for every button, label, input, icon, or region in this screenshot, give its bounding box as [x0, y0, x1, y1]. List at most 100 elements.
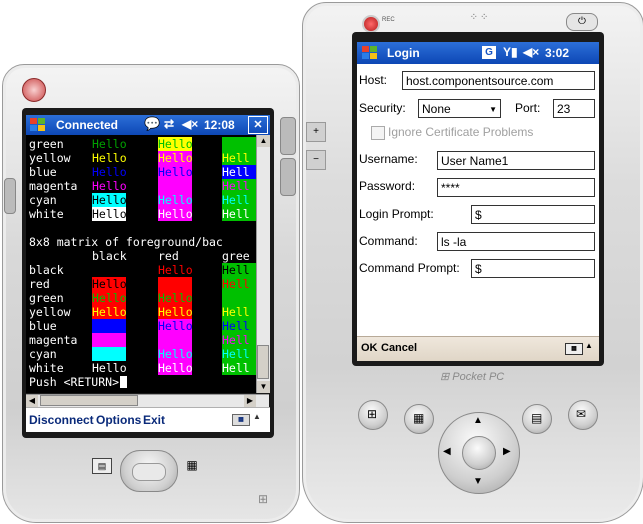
terminal-color-cell: Hell	[222, 277, 256, 291]
power-button[interactable]	[22, 78, 46, 102]
scroll-down-arrow-icon[interactable]: ▼	[257, 381, 270, 393]
connectivity-icon[interactable]: ⇄	[164, 117, 174, 131]
cancel-button[interactable]: Cancel	[381, 342, 417, 354]
message-icon[interactable]: 💬	[144, 116, 160, 132]
host-input[interactable]: host.componentsource.com	[402, 71, 595, 90]
login-prompt-input[interactable]: $	[471, 205, 595, 224]
contacts-icon: ▤	[531, 411, 543, 425]
left-side-button-mid[interactable]	[4, 178, 16, 214]
calendar-hw-button[interactable]: ▦	[404, 404, 434, 434]
close-button[interactable]: ✕	[248, 116, 268, 134]
left-side-button-top[interactable]	[280, 117, 296, 155]
ignore-cert-checkbox[interactable]	[371, 126, 385, 140]
terminal-color-cell: Hell	[222, 179, 256, 193]
volume-icon[interactable]: ◀×	[523, 45, 539, 59]
username-input[interactable]: User Name1	[437, 151, 595, 170]
terminal-prompt-text: Push <RETURN>	[29, 375, 120, 389]
port-input[interactable]: 23	[553, 99, 595, 118]
ok-button[interactable]: OK	[361, 342, 378, 354]
navigation-pad-center[interactable]	[462, 436, 496, 470]
terminal-screen[interactable]: green Hello Hello Hell yellow Hello Hello Hell b…	[26, 135, 269, 393]
horizontal-scrollbar[interactable]: ◀ ▶	[26, 394, 269, 407]
menu-options[interactable]: Options	[96, 413, 141, 427]
terminal-top-row: yellow Hello Hello Hell	[29, 151, 256, 165]
terminal-row-label: green	[29, 137, 64, 151]
terminal-matrix-row: red Hello Hell	[29, 277, 256, 291]
brand-label: Pocket PC	[452, 371, 505, 383]
clock[interactable]: 12:08	[204, 118, 235, 132]
menu-disconnect[interactable]: Disconnect	[29, 413, 94, 427]
terminal-color-cell: Hello	[92, 291, 127, 305]
windows-start-icon[interactable]	[362, 46, 378, 60]
menu-exit[interactable]: Exit	[143, 413, 165, 427]
chevron-up-icon[interactable]: ▲	[253, 412, 261, 421]
terminal-prompt[interactable]: Push <RETURN>	[29, 375, 128, 389]
contacts-hw-button[interactable]: ▦	[184, 458, 200, 472]
port-label: Port:	[515, 101, 541, 115]
terminal-color-cell: Hell	[222, 333, 256, 347]
terminal-color-cell: Hello	[158, 305, 193, 319]
password-input[interactable]: ****	[437, 178, 595, 197]
username-label: Username:	[359, 152, 418, 166]
power-button-right[interactable]: ⏻	[566, 13, 598, 31]
clock[interactable]: 3:02	[545, 46, 569, 60]
volume-icon[interactable]: ◀×	[182, 117, 198, 131]
terminal-top-row: blue Hello Hello Hell	[29, 165, 256, 179]
terminal-color-cell: Hello	[92, 207, 127, 221]
terminal-matrix-row: black Hello Hell	[29, 263, 256, 277]
command-input[interactable]: ls -la	[437, 232, 595, 251]
keyboard-icon[interactable]: ▦	[565, 343, 583, 355]
dropdown-arrow-icon[interactable]: ▼	[489, 100, 497, 119]
scroll-up-arrow-icon[interactable]: ▲	[257, 135, 270, 147]
nav-down-arrow-icon[interactable]: ▼	[473, 476, 483, 487]
terminal-row-label: white	[29, 207, 64, 221]
calendar-hw-button[interactable]: ▤	[92, 458, 112, 474]
nav-left-arrow-icon[interactable]: ◀	[443, 446, 451, 457]
terminal-color-cell: Hell	[222, 151, 256, 165]
nav-right-arrow-icon[interactable]: ▶	[503, 446, 511, 457]
windows-logo-icon: ⊞	[440, 371, 450, 383]
keyboard-icon[interactable]: ▦	[232, 414, 250, 426]
start-hw-button[interactable]: ⊞	[358, 400, 388, 430]
dpad-center[interactable]	[132, 463, 166, 481]
nav-up-arrow-icon[interactable]: ▲	[473, 415, 483, 426]
signal-icon[interactable]: Y▮	[503, 45, 518, 59]
record-button[interactable]	[362, 15, 380, 33]
window-title: Login	[387, 46, 420, 60]
scroll-left-arrow-icon[interactable]: ◀	[26, 395, 38, 407]
g-icon[interactable]: G	[482, 46, 496, 59]
terminal-color-cell	[92, 263, 126, 277]
mail-hw-button[interactable]: ✉	[568, 400, 598, 430]
left-side-button-bottom[interactable]	[280, 158, 296, 196]
login-form: Host: host.componentsource.com Security:…	[357, 64, 599, 336]
windows-logo-icon: ⊞	[258, 492, 269, 506]
vertical-scrollbar[interactable]: ▲ ▼	[256, 135, 270, 393]
terminal-matrix-row: white Hello Hello Hell	[29, 361, 256, 375]
volume-minus-button[interactable]: −	[306, 150, 326, 170]
scroll-thumb[interactable]	[257, 345, 269, 379]
security-select[interactable]: None ▼	[418, 99, 501, 118]
hscroll-thumb[interactable]	[40, 395, 138, 406]
volume-plus-button[interactable]: +	[306, 122, 326, 142]
security-select-value: None	[422, 102, 451, 116]
command-prompt-input[interactable]: $	[471, 259, 595, 278]
terminal-top-row: magenta Hello Hello Hell	[29, 179, 256, 193]
brand-logo: ⊞ Pocket PC	[440, 370, 504, 383]
terminal-row-label: cyan	[29, 193, 57, 207]
terminal-cursor	[120, 376, 128, 388]
password-label: Password:	[359, 179, 416, 193]
scroll-right-arrow-icon[interactable]: ▶	[244, 395, 256, 407]
terminal-color-cell: Hell	[222, 193, 256, 207]
windows-start-icon[interactable]	[30, 118, 46, 132]
terminal-color-cell: Hello	[158, 263, 193, 277]
command-label: Command:	[359, 234, 418, 248]
terminal-color-cell: Hello	[158, 207, 193, 221]
chevron-up-icon[interactable]: ▲	[585, 341, 593, 350]
terminal-color-cell: Hello	[158, 151, 193, 165]
terminal-matrix-row: green Hello Hello Hell	[29, 291, 256, 305]
contacts-hw-button[interactable]: ▤	[522, 404, 552, 434]
terminal-color-cell: Hell	[222, 291, 256, 305]
terminal-matrix-row: blue Hello Hello Hell	[29, 319, 256, 333]
terminal-color-cell: Hello	[92, 179, 127, 193]
terminal-row-label: yellow	[29, 151, 71, 165]
